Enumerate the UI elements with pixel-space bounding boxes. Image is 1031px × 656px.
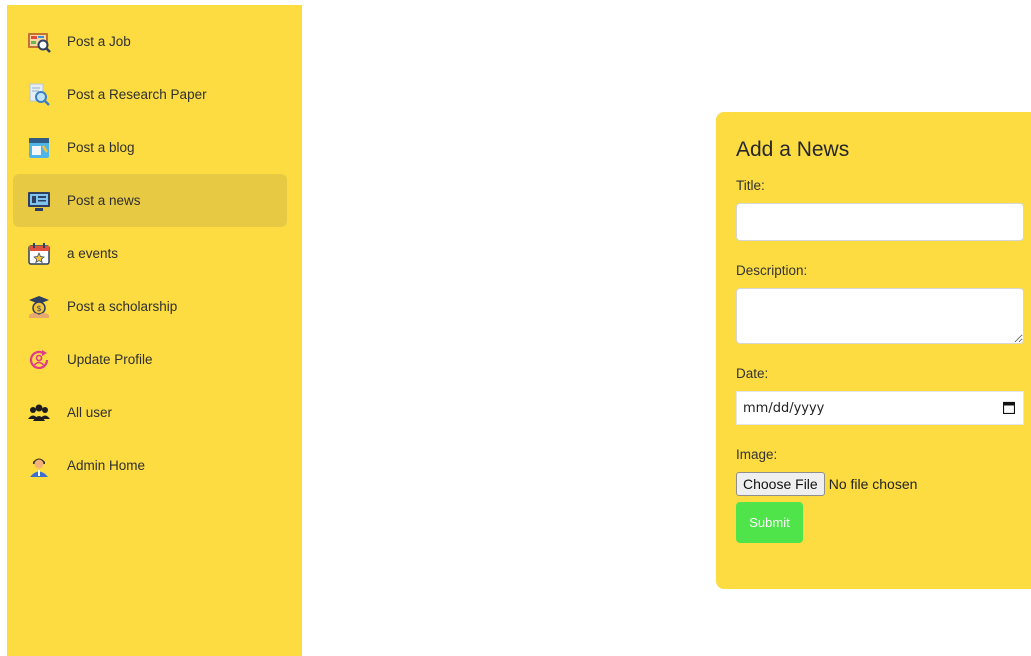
sidebar-item-label: Post a news (67, 193, 141, 208)
sidebar-item-post-news[interactable]: Post a news (13, 174, 287, 227)
date-placeholder: mm/dd/yyyy (743, 400, 825, 416)
date-input[interactable]: mm/dd/yyyy (736, 391, 1024, 425)
date-label: Date: (736, 366, 769, 381)
form-title: Add a News (736, 138, 850, 161)
sidebar-item-label: a events (67, 246, 119, 261)
blog-page-icon (27, 136, 51, 160)
sidebar-item-label: Post a blog (67, 140, 135, 155)
scholarship-money-icon: $ (27, 295, 51, 319)
news-monitor-icon (27, 189, 51, 213)
sidebar-item-label: All user (67, 405, 113, 420)
sidebar-item-events[interactable]: a events (13, 227, 287, 280)
svg-text:$: $ (36, 304, 41, 313)
research-magnifier-icon (27, 83, 51, 107)
sidebar-item-label: Admin Home (67, 458, 146, 473)
users-group-icon (27, 401, 51, 425)
sidebar-item-post-blog[interactable]: Post a blog (13, 121, 287, 174)
image-label: Image: (736, 447, 778, 462)
sidebar-item-label: Update Profile (67, 352, 153, 367)
add-news-form: Add a News Title: Description: Date: mm/… (716, 112, 1031, 589)
sidebar-item-label: Post a Research Paper (67, 87, 207, 102)
calendar-icon (27, 242, 51, 266)
admin-user-icon (27, 454, 51, 478)
sidebar-item-post-scholarship[interactable]: $ Post a scholarship (13, 280, 287, 333)
description-textarea[interactable] (736, 288, 1024, 344)
sidebar-nav: Post a Job Post a Research Paper Post a … (7, 5, 302, 492)
profile-refresh-icon (27, 348, 51, 372)
sidebar-item-post-job[interactable]: Post a Job (13, 15, 287, 68)
sidebar-item-label: Post a scholarship (67, 299, 178, 314)
calendar-picker-icon[interactable] (1003, 401, 1015, 414)
description-label: Description: (736, 263, 808, 278)
sidebar-item-admin-home[interactable]: Admin Home (13, 439, 287, 492)
sidebar: Post a Job Post a Research Paper Post a … (7, 5, 302, 656)
file-upload: Choose File No file chosen (736, 472, 1031, 496)
submit-button[interactable]: Submit (736, 502, 803, 543)
title-label: Title: (736, 178, 765, 193)
sidebar-item-post-research-paper[interactable]: Post a Research Paper (13, 68, 287, 121)
choose-file-button[interactable]: Choose File (736, 472, 825, 496)
job-board-icon (27, 30, 51, 54)
no-file-chosen-text: No file chosen (828, 476, 918, 492)
sidebar-item-label: Post a Job (67, 34, 131, 49)
sidebar-item-update-profile[interactable]: Update Profile (13, 333, 287, 386)
sidebar-item-all-user[interactable]: All user (13, 386, 287, 439)
title-input[interactable] (736, 203, 1024, 241)
